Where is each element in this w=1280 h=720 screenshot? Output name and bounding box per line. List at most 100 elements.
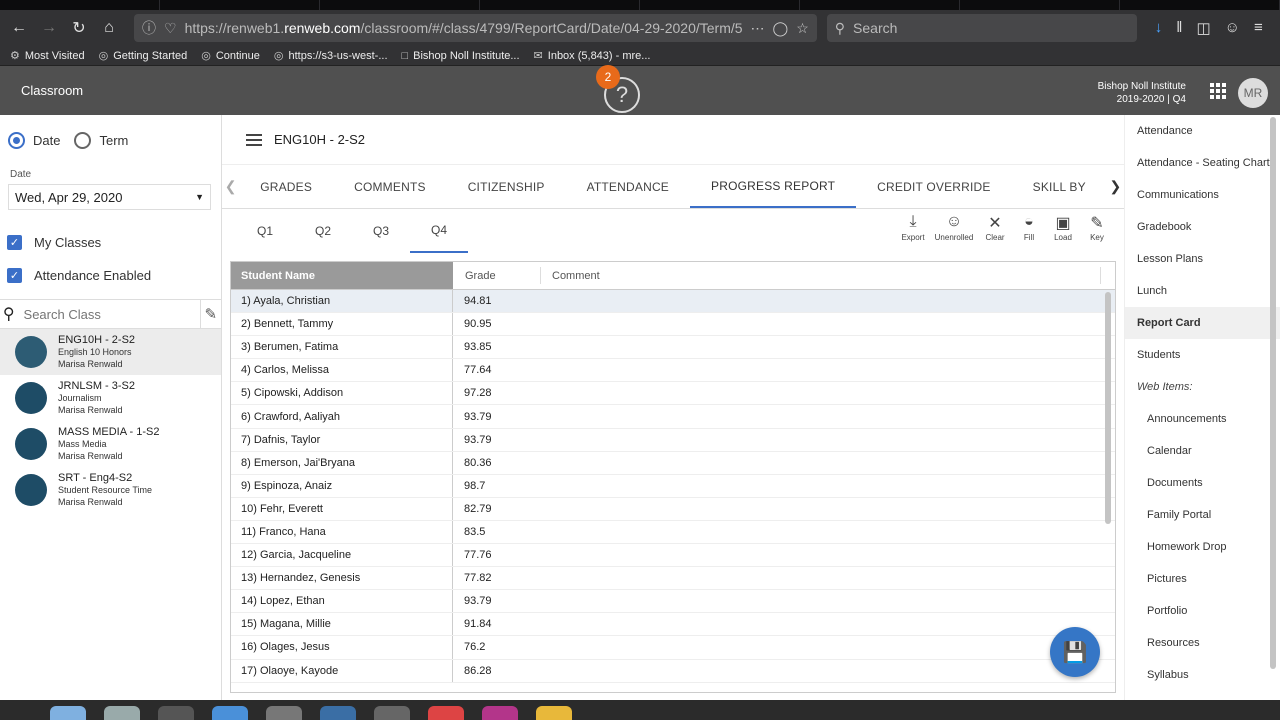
quarter-tab-q4[interactable]: Q4 bbox=[410, 209, 468, 253]
comment-cell[interactable] bbox=[541, 290, 1115, 312]
bookmark-item[interactable]: ◎ https://s3-us-west-... bbox=[274, 49, 388, 63]
grade-cell[interactable]: 83.5 bbox=[453, 521, 541, 543]
page-actions-icon[interactable]: ⋯ bbox=[751, 20, 765, 37]
nav-item-communications[interactable]: Communications bbox=[1125, 179, 1280, 211]
bookmark-item[interactable]: ◎ Continue bbox=[201, 49, 260, 63]
address-bar[interactable]: ⓘ ♡ https://renweb1.renweb.com/classroom… bbox=[134, 14, 817, 42]
comment-cell[interactable] bbox=[541, 359, 1115, 381]
student-name-cell[interactable]: 9) Espinoza, Anaiz bbox=[231, 474, 453, 497]
comment-cell[interactable] bbox=[541, 336, 1115, 358]
student-name-cell[interactable]: 10) Fehr, Everett bbox=[231, 497, 453, 520]
save-button[interactable]: 💾 bbox=[1050, 627, 1100, 677]
bookmark-item[interactable]: ✉ Inbox (5,843) - mre... bbox=[534, 49, 651, 63]
class-list-item[interactable]: SRT - Eng4-S2 Student Resource Time Marisa… bbox=[0, 467, 221, 513]
quarter-tab-q1[interactable]: Q1 bbox=[236, 209, 294, 253]
student-name-cell[interactable]: 11) Franco, Hana bbox=[231, 520, 453, 544]
grade-cell[interactable]: 76.2 bbox=[453, 636, 541, 658]
comment-cell[interactable] bbox=[541, 567, 1115, 589]
download-icon[interactable]: ↓ bbox=[1155, 19, 1163, 37]
student-name-cell[interactable]: 17) Olaoye, Kayode bbox=[231, 659, 453, 682]
table-row[interactable]: 7) Dafnis, Taylor 93.79 bbox=[231, 428, 1115, 452]
grade-cell[interactable]: 94.81 bbox=[453, 290, 541, 312]
comment-cell[interactable] bbox=[541, 382, 1115, 404]
tab-credit-override[interactable]: CREDIT OVERRIDE bbox=[856, 165, 1011, 208]
student-name-cell[interactable]: 8) Emerson, Jai'Bryana bbox=[231, 451, 453, 474]
grade-cell[interactable]: 93.79 bbox=[453, 429, 541, 451]
quarter-tab-q2[interactable]: Q2 bbox=[294, 209, 352, 253]
attendance-enabled-checkbox[interactable]: ✓ Attendance Enabled bbox=[7, 259, 221, 292]
browser-search-field[interactable]: ⚲ Search bbox=[826, 14, 1137, 42]
home-button[interactable]: ⌂ bbox=[96, 15, 122, 41]
comment-cell[interactable] bbox=[541, 475, 1115, 497]
grade-cell[interactable]: 97.28 bbox=[453, 382, 541, 404]
bookmark-item[interactable]: □ Bishop Noll Institute... bbox=[402, 50, 520, 62]
hamburger-menu-icon[interactable] bbox=[246, 133, 262, 146]
chevron-left-icon[interactable]: ❮ bbox=[222, 165, 239, 208]
export-button[interactable]: ⤓ Export bbox=[898, 213, 928, 242]
table-row[interactable]: 12) Garcia, Jacqueline 77.76 bbox=[231, 544, 1115, 568]
comment-cell[interactable] bbox=[541, 521, 1115, 543]
student-name-cell[interactable]: 16) Olages, Jesus bbox=[231, 636, 453, 659]
grade-cell[interactable]: 90.95 bbox=[453, 313, 541, 335]
chevron-right-icon[interactable]: ❯ bbox=[1107, 165, 1124, 208]
tab-citizenship[interactable]: CITIZENSHIP bbox=[447, 165, 566, 208]
forward-button[interactable]: → bbox=[36, 15, 62, 41]
nav-item-announcements[interactable]: Announcements bbox=[1125, 403, 1280, 435]
table-row[interactable]: 9) Espinoza, Anaiz 98.7 bbox=[231, 474, 1115, 498]
date-select[interactable]: Wed, Apr 29, 2020 ▼ bbox=[8, 184, 211, 210]
class-list-item[interactable]: JRNLSM - 3-S2 Journalism Marisa Renwald bbox=[0, 375, 221, 421]
nav-item-pictures[interactable]: Pictures bbox=[1125, 563, 1280, 595]
comment-cell[interactable] bbox=[541, 544, 1115, 566]
sidebar-icon[interactable]: ◫ bbox=[1196, 19, 1210, 37]
tab-skill-by[interactable]: SKILL BY bbox=[1012, 165, 1107, 208]
comment-cell[interactable] bbox=[541, 636, 1115, 658]
nav-item-family-portal[interactable]: Family Portal bbox=[1125, 499, 1280, 531]
tab-progress-report[interactable]: PROGRESS REPORT bbox=[690, 165, 857, 208]
nav-item-documents[interactable]: Documents bbox=[1125, 467, 1280, 499]
table-row[interactable]: 17) Olaoye, Kayode 86.28 bbox=[231, 659, 1115, 683]
nav-item-lunch[interactable]: Lunch bbox=[1125, 275, 1280, 307]
comment-cell[interactable] bbox=[541, 405, 1115, 427]
table-row[interactable]: 6) Crawford, Aaliyah 93.79 bbox=[231, 405, 1115, 429]
column-comment[interactable]: Comment bbox=[541, 267, 1101, 284]
grade-cell[interactable]: 93.79 bbox=[453, 405, 541, 427]
nav-item-lesson-plans[interactable]: Lesson Plans bbox=[1125, 243, 1280, 275]
nav-item-students[interactable]: Students bbox=[1125, 339, 1280, 371]
comment-cell[interactable] bbox=[541, 313, 1115, 335]
table-row[interactable]: 2) Bennett, Tammy 90.95 bbox=[231, 313, 1115, 337]
student-name-cell[interactable]: 15) Magana, Millie bbox=[231, 613, 453, 636]
term-radio[interactable]: Term bbox=[74, 132, 128, 149]
my-classes-checkbox[interactable]: ✓ My Classes bbox=[7, 226, 221, 259]
nav-item-gradebook[interactable]: Gradebook bbox=[1125, 211, 1280, 243]
grade-cell[interactable]: 77.82 bbox=[453, 567, 541, 589]
bookmark-item[interactable]: ◎ Getting Started bbox=[99, 49, 188, 63]
bookmark-star-icon[interactable]: ☆ bbox=[796, 20, 809, 37]
menu-icon[interactable]: ≡ bbox=[1254, 19, 1263, 37]
table-row[interactable]: 4) Carlos, Melissa 77.64 bbox=[231, 359, 1115, 383]
notification-badge[interactable]: 2 bbox=[596, 65, 620, 89]
student-name-cell[interactable]: 13) Hernandez, Genesis bbox=[231, 567, 453, 590]
grade-cell[interactable]: 98.7 bbox=[453, 475, 541, 497]
avatar[interactable]: MR bbox=[1238, 78, 1268, 108]
student-name-cell[interactable]: 12) Garcia, Jacqueline bbox=[231, 544, 453, 567]
comment-cell[interactable] bbox=[541, 660, 1115, 682]
right-nav-scrollbar[interactable] bbox=[1270, 117, 1276, 669]
nav-item-attendance-seating-chart[interactable]: Attendance - Seating Chart bbox=[1125, 147, 1280, 179]
table-row[interactable]: 5) Cipowski, Addison 97.28 bbox=[231, 382, 1115, 406]
grade-cell[interactable]: 80.36 bbox=[453, 452, 541, 474]
nav-item-syllabus[interactable]: Syllabus bbox=[1125, 659, 1280, 691]
back-button[interactable]: ← bbox=[6, 15, 32, 41]
grade-cell[interactable]: 77.64 bbox=[453, 359, 541, 381]
comment-cell[interactable] bbox=[541, 498, 1115, 520]
table-row[interactable]: 15) Magana, Millie 91.84 bbox=[231, 613, 1115, 637]
tab-grades[interactable]: GRADES bbox=[239, 165, 333, 208]
student-name-cell[interactable]: 6) Crawford, Aaliyah bbox=[231, 405, 453, 428]
table-row[interactable]: 13) Hernandez, Genesis 77.82 bbox=[231, 567, 1115, 591]
tab-attendance[interactable]: ATTENDANCE bbox=[566, 165, 690, 208]
table-row[interactable]: 3) Berumen, Fatima 93.85 bbox=[231, 336, 1115, 360]
load-button[interactable]: ▣ Load bbox=[1048, 213, 1078, 242]
nav-item-attendance[interactable]: Attendance bbox=[1125, 115, 1280, 147]
library-icon[interactable]: ‖ bbox=[1176, 19, 1182, 37]
student-name-cell[interactable]: 4) Carlos, Melissa bbox=[231, 359, 453, 382]
table-row[interactable]: 1) Ayala, Christian 94.81 bbox=[231, 290, 1115, 314]
